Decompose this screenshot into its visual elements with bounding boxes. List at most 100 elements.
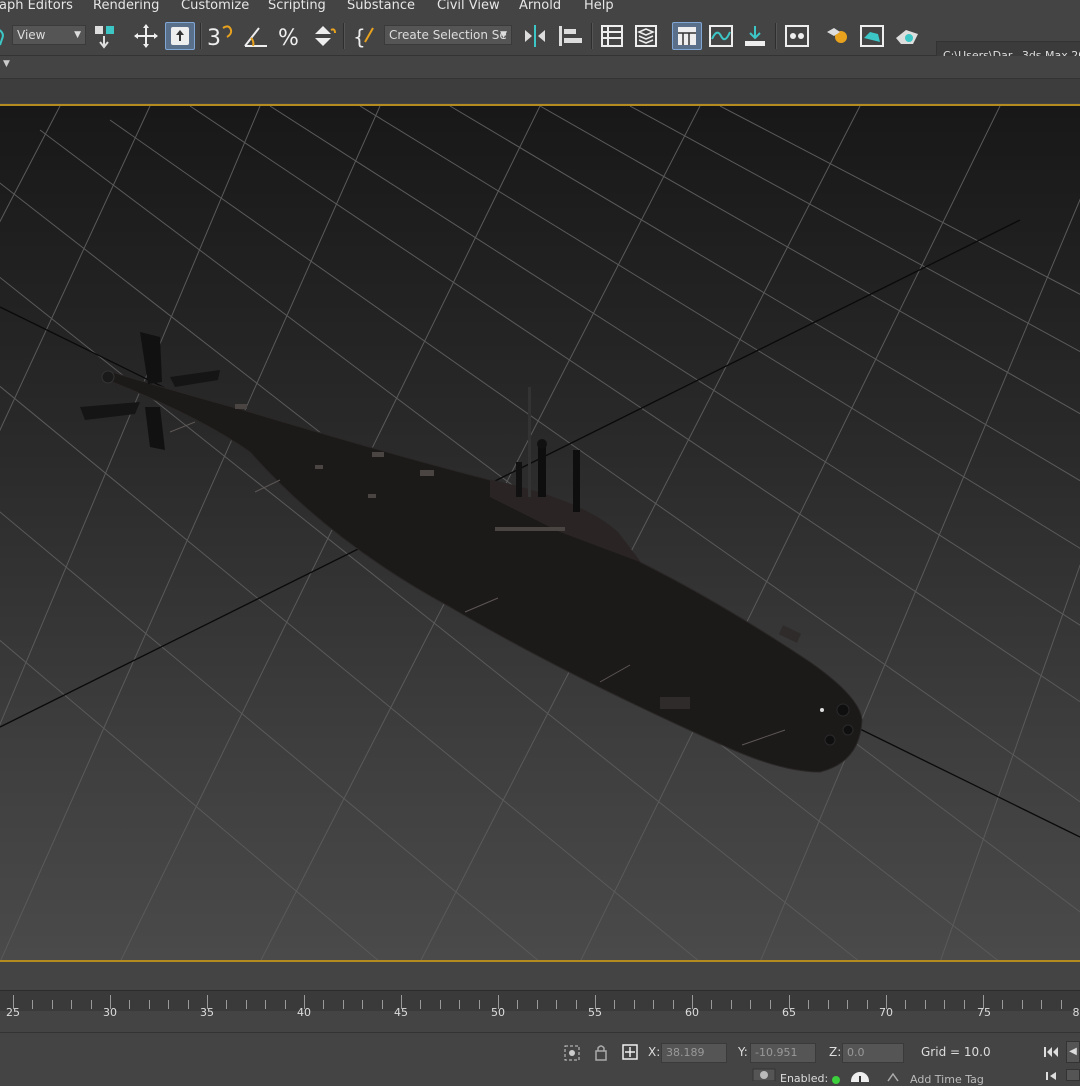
timeline-tick — [1002, 1000, 1004, 1009]
absolute-mode-icon[interactable] — [621, 1043, 639, 1061]
timeline-tick — [653, 1000, 655, 1009]
timeline-tick — [226, 1000, 228, 1009]
frame-label: 45 — [394, 1006, 408, 1019]
track-bar[interactable] — [0, 990, 1080, 1011]
timeline-tick — [614, 1000, 616, 1009]
timeline-tick — [672, 1000, 674, 1009]
time-slider-area: 25 30 35 40 45 50 55 60 65 70 75 8 — [0, 962, 1080, 1032]
timeline-tick — [478, 1000, 480, 1009]
separator — [343, 23, 345, 49]
menu-civil-view[interactable]: Civil View — [437, 0, 500, 13]
svg-text:3: 3 — [207, 26, 221, 50]
render-production-icon[interactable] — [892, 22, 922, 50]
timeline-tick — [342, 1000, 344, 1009]
menu-bar: aph Editors Rendering Customize Scriptin… — [0, 0, 1080, 17]
enabled-status-dot — [832, 1076, 840, 1084]
reference-coordinate-dropdown[interactable]: View ▼ — [12, 25, 86, 45]
frame-label: 25 — [6, 1006, 20, 1019]
frame-label: 50 — [491, 1006, 505, 1019]
viewport-canvas — [0, 106, 1080, 960]
timeline-tick — [769, 1000, 771, 1009]
auto-key-icon[interactable] — [752, 1068, 776, 1081]
timeline-tick — [944, 1000, 946, 1009]
go-to-start-icon[interactable] — [1042, 1045, 1060, 1059]
pivot-center-icon[interactable] — [90, 22, 120, 50]
timeline-tick — [381, 1000, 383, 1009]
mirror-icon[interactable] — [520, 22, 550, 50]
timeline-tick — [284, 1000, 286, 1009]
frame-label: 35 — [200, 1006, 214, 1019]
timeline-tick — [575, 1000, 577, 1009]
y-label: Y: — [738, 1045, 748, 1059]
material-editor-icon[interactable] — [823, 22, 853, 50]
ribbon-toggle-icon[interactable] — [672, 22, 702, 50]
angle-snap-icon[interactable] — [240, 22, 272, 50]
svg-text:%: % — [278, 26, 299, 50]
timeline-tick — [168, 1000, 170, 1009]
z-label: Z: — [829, 1045, 842, 1059]
timeline-tick — [71, 1000, 73, 1009]
render-setup-icon[interactable] — [857, 22, 887, 50]
spinner-snap-icon[interactable] — [308, 22, 338, 50]
y-coordinate-field[interactable]: -10.951 — [750, 1043, 816, 1063]
menu-customize[interactable]: Customize — [181, 0, 249, 13]
timeline-tick — [90, 1000, 92, 1009]
main-toolbar: View ▼ 3 % { Create Selection Se ▼ — [0, 17, 1080, 71]
z-coordinate-field[interactable]: 0.0 — [842, 1043, 904, 1063]
dope-sheet-icon[interactable] — [740, 22, 770, 50]
timeline-tick — [420, 1000, 422, 1009]
enabled-label: Enabled: — [780, 1072, 829, 1085]
menu-scripting[interactable]: Scripting — [268, 0, 326, 13]
perspective-viewport[interactable] — [0, 104, 1080, 962]
timeline-tick — [866, 1000, 868, 1009]
timeline-tick — [129, 1000, 131, 1009]
snaps-toggle-icon[interactable]: 3 — [205, 22, 237, 50]
timeline-tick — [148, 1000, 150, 1009]
menu-arnold[interactable]: Arnold — [519, 0, 561, 13]
timeline-tick — [808, 1000, 810, 1009]
edit-named-selection-icon[interactable]: { — [350, 22, 380, 50]
layer-explorer-icon[interactable] — [631, 22, 661, 50]
current-frame-field[interactable] — [1066, 1069, 1080, 1081]
select-move-icon[interactable] — [131, 22, 161, 50]
timeline-tick — [633, 1000, 635, 1009]
separator — [200, 23, 202, 49]
timeline-tick — [827, 1000, 829, 1009]
menu-graph-editors[interactable]: aph Editors — [0, 0, 73, 13]
timeline-tick — [459, 1000, 461, 1009]
grid-size-readout: Grid = 10.0 — [921, 1045, 991, 1059]
curve-editor-icon[interactable] — [706, 22, 736, 50]
timeline-tick — [439, 1000, 441, 1009]
submarine-model[interactable] — [80, 332, 863, 773]
timeline-tick — [517, 1000, 519, 1009]
frame-label: 60 — [685, 1006, 699, 1019]
schematic-view-icon[interactable] — [782, 22, 812, 50]
ribbon-caret-icon[interactable]: ▼ — [3, 59, 10, 69]
timeline-tick — [1041, 1000, 1043, 1009]
frame-label: 40 — [297, 1006, 311, 1019]
isolate-selection-icon[interactable] — [562, 1043, 582, 1063]
named-selection-set-dropdown[interactable]: Create Selection Se ▼ — [384, 25, 512, 45]
scene-explorer-icon[interactable] — [597, 22, 627, 50]
select-icon[interactable] — [0, 22, 10, 50]
time-tag-icon[interactable] — [886, 1072, 900, 1082]
menu-substance[interactable]: Substance — [347, 0, 415, 13]
frame-label: 30 — [103, 1006, 117, 1019]
frame-label: 65 — [782, 1006, 796, 1019]
previous-frame-button[interactable]: ◀ — [1066, 1041, 1080, 1063]
timeline-tick — [51, 1000, 53, 1009]
x-label: X: — [648, 1045, 661, 1059]
frame-label: 70 — [879, 1006, 893, 1019]
info-icon[interactable] — [849, 1070, 871, 1082]
svg-text:{: { — [353, 25, 366, 49]
align-icon[interactable] — [554, 22, 586, 50]
menu-help[interactable]: Help — [584, 0, 614, 13]
lock-icon[interactable] — [593, 1043, 609, 1063]
x-coordinate-field[interactable]: 38.189 — [661, 1043, 727, 1063]
timeline-tick — [323, 1000, 325, 1009]
select-manipulate-icon[interactable] — [165, 22, 195, 50]
frame-label: 75 — [977, 1006, 991, 1019]
timeline-tick — [847, 1000, 849, 1009]
menu-rendering[interactable]: Rendering — [93, 0, 159, 13]
percent-snap-icon[interactable]: % — [275, 22, 305, 50]
